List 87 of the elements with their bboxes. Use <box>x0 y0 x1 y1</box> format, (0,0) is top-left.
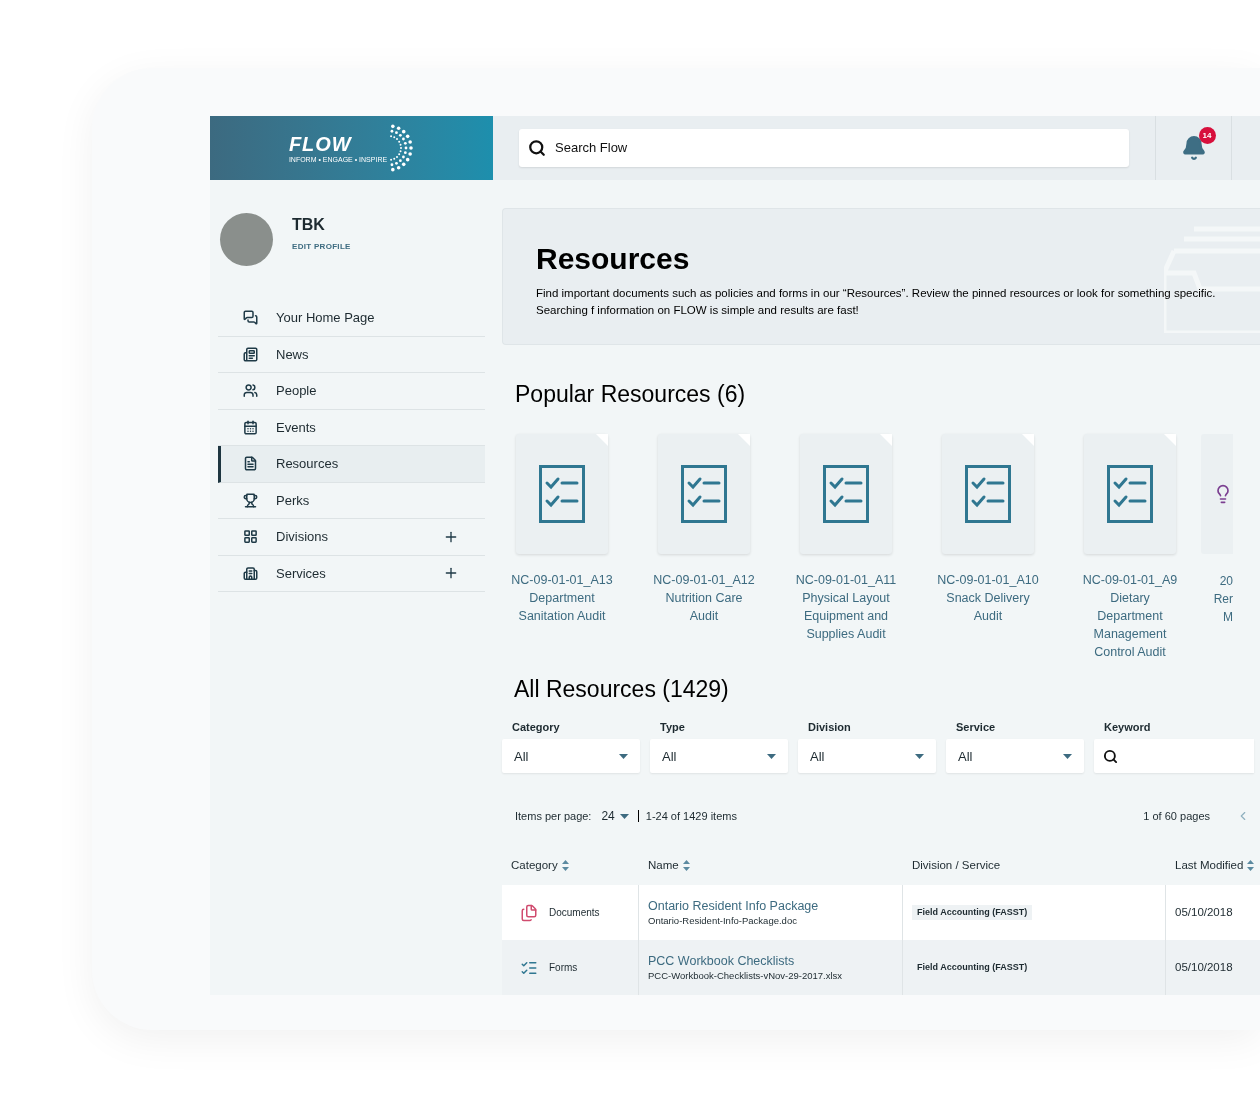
caret-icon <box>915 753 924 759</box>
resource-title[interactable]: 20 Rer M <box>1201 571 1233 626</box>
document-icon <box>243 456 258 472</box>
sidebar-item[interactable]: News <box>218 336 485 373</box>
folded-corner <box>596 433 608 446</box>
documents-icon <box>520 903 538 922</box>
page-count: 1 of 60 pages <box>1143 809 1210 824</box>
people-icon <box>243 383 258 399</box>
caret-icon <box>619 813 629 819</box>
checklist-icon <box>965 464 1011 523</box>
checklist-icon <box>823 464 869 523</box>
folded-corner <box>1022 433 1034 446</box>
file-name: Ontario-Resident-Info-Package.doc <box>648 914 798 927</box>
filter-dropdown[interactable]: All <box>650 739 788 774</box>
caret-icon <box>767 753 776 759</box>
column-header[interactable]: Last Modified <box>1175 856 1244 874</box>
filter-label: Division <box>808 719 852 735</box>
resource-title[interactable]: NC-09-01-01_A9 Dietary Department Management Control Audit <box>1062 570 1198 661</box>
sort-icon[interactable] <box>682 859 690 871</box>
table-cell-text: Forms <box>549 961 578 975</box>
filter-label: Category <box>512 719 561 735</box>
caret-icon <box>619 753 628 759</box>
building-icon <box>243 565 258 581</box>
folded-corner <box>880 433 892 446</box>
document-thumbnail[interactable] <box>1201 433 1233 554</box>
resource-title[interactable]: NC-09-01-01_A10 Snack Delivery Audit <box>920 570 1056 625</box>
sidebar-item[interactable]: Divisions <box>218 519 485 556</box>
resource-link[interactable]: Ontario Resident Info Package <box>648 898 902 914</box>
document-thumbnail[interactable] <box>942 433 1034 554</box>
logo-text: FLOW <box>288 133 352 154</box>
folded-corner <box>1164 433 1176 446</box>
column-header[interactable]: Category <box>511 856 558 874</box>
items-per-page-label: Items per page: <box>515 809 592 824</box>
calendar-icon <box>243 419 258 435</box>
file-name: PCC-Workbook-Checklists-vNov-29-2017.xlsx <box>648 969 844 982</box>
profile-name: TBK <box>292 215 326 235</box>
folded-corner <box>738 433 750 446</box>
checklist-icon <box>1107 464 1153 523</box>
sort-icon[interactable] <box>1247 859 1255 871</box>
resource-title[interactable]: NC-09-01-01_A11 Physical Layout Equipment and Supplies Audit <box>778 570 914 643</box>
page-title: Resources <box>536 241 691 277</box>
filter-label: Type <box>660 719 686 735</box>
chat-icon <box>243 310 258 326</box>
table-cell-text: Documents <box>549 906 600 920</box>
table-cell-text: 05/10/2018 <box>1175 959 1233 975</box>
document-thumbnail[interactable] <box>516 433 608 554</box>
sidebar-item[interactable]: Your Home Page <box>218 300 485 337</box>
search-input[interactable]: Search Flow <box>555 138 1055 158</box>
sidebar-item[interactable]: Perks <box>218 482 485 519</box>
column-header[interactable]: Name <box>648 856 679 874</box>
sidebar-item[interactable]: Resources <box>218 446 485 483</box>
filter-dropdown[interactable]: All <box>798 739 936 774</box>
avatar-photo-placeholder <box>220 213 273 266</box>
dotted-arc-icon <box>389 124 415 172</box>
items-per-page-dropdown[interactable]: 24 <box>601 807 629 826</box>
checklist-icon <box>681 464 727 523</box>
grid-icon <box>243 529 258 545</box>
resource-link[interactable]: PCC Workbook Checklists <box>648 953 902 969</box>
resource-title[interactable]: NC-09-01-01_A13 Department Sanitation Audit <box>494 570 630 625</box>
trophy-icon <box>243 492 258 508</box>
newspaper-icon <box>243 346 258 362</box>
section-heading: Popular Resources (6) <box>515 381 746 408</box>
filter-dropdown[interactable]: All <box>502 739 640 774</box>
column-header: Division / Service <box>912 857 1001 873</box>
checklist-icon <box>539 464 585 523</box>
filter-label: Service <box>956 719 997 735</box>
keyword-field[interactable] <box>1094 739 1254 774</box>
document-thumbnail[interactable] <box>800 433 892 554</box>
document-thumbnail[interactable] <box>1084 433 1176 554</box>
search-icon <box>1103 748 1118 764</box>
document-thumbnail[interactable] <box>658 433 750 554</box>
caret-icon <box>1063 753 1072 759</box>
edit-profile-link[interactable]: EDIT PROFILE <box>292 241 351 253</box>
sidebar-item[interactable]: Services <box>218 555 485 592</box>
filter-dropdown[interactable]: All <box>946 739 1084 774</box>
items-range: 1-24 of 1429 items <box>645 809 737 824</box>
sort-icon[interactable] <box>561 859 569 871</box>
search-icon <box>528 139 546 157</box>
table-cell-text: 05/10/2018 <box>1175 904 1233 920</box>
page-description: Find important documents such as policies and forms in our “Resources”. Review the pinned resources or look for something specific. Searching f information on FLOW is simple and results are fast! <box>536 286 1217 318</box>
resource-title[interactable]: NC-09-01-01_A12 Nutrition Care Audit <box>636 570 772 625</box>
division-tag: Field Accounting (FASST) <box>912 904 1033 921</box>
section-heading: All Resources (1429) <box>514 676 729 703</box>
notification-badge: 14 <box>1198 127 1216 144</box>
filter-label: Keyword <box>1104 719 1152 735</box>
sidebar-item[interactable]: People <box>218 373 485 410</box>
search-field[interactable]: Search Flow <box>519 129 1129 167</box>
